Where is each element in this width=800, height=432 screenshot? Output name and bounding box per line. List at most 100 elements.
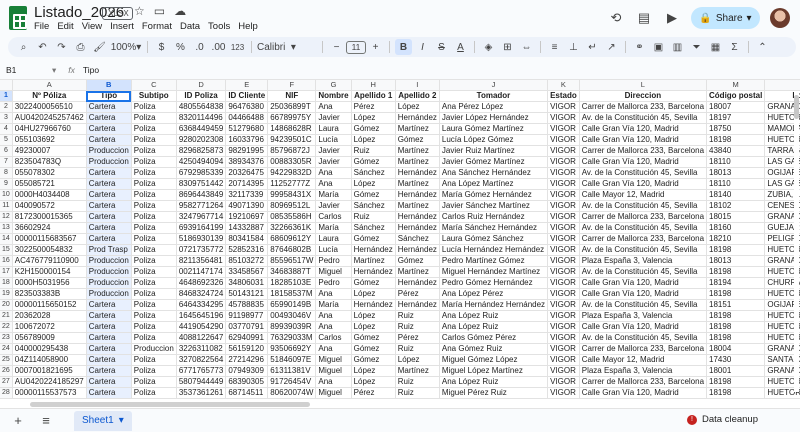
cell[interactable]: Av. de la Constitución 45, Sevilla — [579, 244, 708, 257]
cell[interactable]: Cartera — [86, 321, 132, 334]
cell[interactable]: 51279680 — [225, 123, 269, 136]
cell[interactable]: Sánchez — [351, 200, 396, 213]
cell[interactable]: 20362028 — [12, 310, 87, 323]
cell[interactable]: Laura Gómez Martínez — [439, 123, 549, 136]
column-header-n[interactable]: N — [764, 80, 800, 92]
redo-icon[interactable]: ↷ — [53, 39, 70, 55]
cell[interactable]: Tomador — [439, 90, 549, 103]
filter-views-icon[interactable]: ▦ — [707, 39, 724, 55]
column-header-l[interactable]: L — [579, 80, 708, 92]
cell[interactable]: Pedro — [315, 277, 352, 290]
cell[interactable]: Miguel — [315, 365, 352, 378]
cell[interactable]: 80969512L — [267, 200, 317, 213]
paint-format-icon[interactable]: 🖌 — [91, 39, 108, 55]
cell[interactable]: VIGOR — [547, 376, 580, 389]
cell[interactable]: Estado — [547, 90, 580, 103]
row-header[interactable]: 17 — [0, 266, 13, 279]
cell[interactable]: 3247967714 — [176, 211, 227, 224]
cell[interactable]: Ana — [315, 167, 352, 180]
cell[interactable]: Av. de la Constitución 45, Sevilla — [579, 299, 708, 312]
cell[interactable]: 80341584 — [225, 233, 269, 246]
row-header[interactable]: 18 — [0, 277, 13, 290]
cell[interactable]: Gómez — [395, 134, 440, 147]
column-header-c[interactable]: C — [131, 80, 177, 92]
percent-format-button[interactable]: % — [172, 39, 189, 55]
cell[interactable]: Poliza — [131, 178, 177, 191]
cell[interactable]: 18102 — [706, 200, 766, 213]
cell[interactable]: 18140 — [706, 189, 766, 202]
cell[interactable]: Javier Sánchez Martínez — [439, 200, 549, 213]
cell[interactable]: Cartera — [86, 343, 132, 356]
cell[interactable]: 00000115650152 — [12, 299, 87, 312]
row-header[interactable]: 23 — [0, 332, 13, 345]
cell[interactable]: Miguel — [315, 266, 352, 279]
cell[interactable]: Cartera — [86, 233, 132, 246]
horizontal-align-icon[interactable]: ≡ — [546, 39, 563, 55]
column-header-a[interactable]: A — [12, 80, 87, 92]
cell[interactable]: 52852316 — [225, 244, 269, 257]
cell[interactable]: Pérez — [351, 101, 396, 114]
cell[interactable]: 04HU27966760 — [12, 123, 87, 136]
cell[interactable]: Carrer de Mallorca 233, Barcelona — [579, 343, 708, 356]
cell[interactable]: Hernández — [395, 277, 440, 290]
cell[interactable]: 51846097E — [267, 354, 317, 367]
cell[interactable]: 18001 — [706, 365, 766, 378]
cell[interactable]: 055078302 — [12, 167, 87, 180]
cell[interactable]: Calle Gran Vía 120, Madrid — [579, 288, 708, 301]
row-header[interactable]: 26 — [0, 365, 13, 378]
cell[interactable]: 0007001821695 — [12, 365, 87, 378]
cell[interactable]: Javier Gómez Martínez — [439, 156, 549, 169]
cell[interactable]: Miguel — [315, 387, 352, 400]
cell[interactable]: Martínez — [395, 178, 440, 191]
cell[interactable]: 3022500054832 — [12, 244, 87, 257]
cell[interactable]: Poliza — [131, 365, 177, 378]
cell[interactable]: 04Z114058900 — [12, 354, 87, 367]
cell[interactable]: 32117339 — [225, 189, 269, 202]
cell[interactable]: Cartera — [86, 354, 132, 367]
cell[interactable]: Poliza — [131, 310, 177, 323]
row-header[interactable]: 14 — [0, 233, 13, 246]
cell[interactable]: AU0420224185297 — [12, 376, 87, 389]
cell[interactable]: María Hernández Hernández — [439, 299, 549, 312]
cell[interactable]: Calle Gran Vía 120, Madrid — [579, 387, 708, 400]
cell[interactable]: Prod Trasp — [86, 244, 132, 257]
cell[interactable]: 0021147174 — [176, 266, 227, 279]
column-header-i[interactable]: I — [395, 80, 440, 92]
cell[interactable]: Laura — [315, 123, 352, 136]
cell-table[interactable]: ABCDEFGHIJKLMN 1Nº PólizaTipoSubtipoID P… — [0, 80, 800, 400]
cell[interactable]: Cartera — [86, 310, 132, 323]
cell[interactable]: Martínez — [395, 156, 440, 169]
cell[interactable]: 5807944449 — [176, 376, 227, 389]
cell[interactable]: Javier López Hernández — [439, 112, 549, 125]
merge-cells-icon[interactable]: ⇔ — [518, 39, 535, 55]
cell[interactable]: 65990149B — [267, 299, 317, 312]
cell[interactable]: 18198 — [706, 332, 766, 345]
cell[interactable]: Carrer de Mallorca 233, Barcelona — [579, 211, 708, 224]
cell[interactable]: Gómez — [351, 156, 396, 169]
cell[interactable]: Lucía — [315, 244, 352, 257]
cell[interactable]: 18198 — [706, 376, 766, 389]
cell[interactable]: ID Cliente — [225, 90, 269, 103]
insert-comment-icon[interactable]: ▣ — [650, 39, 667, 55]
cell[interactable]: 20714395 — [225, 178, 269, 191]
cell[interactable]: VIGOR — [547, 178, 580, 191]
row-header[interactable]: 19 — [0, 288, 13, 301]
cell[interactable]: Calle Mayor 12, Madrid — [579, 189, 708, 202]
cell[interactable]: Pérez — [351, 387, 396, 400]
cell[interactable]: Poliza — [131, 167, 177, 180]
cell[interactable]: VIGOR — [547, 343, 580, 356]
menu-format[interactable]: Format — [142, 21, 172, 32]
cell[interactable]: 93506692Y — [267, 343, 317, 356]
cell[interactable]: Produccion — [86, 255, 132, 268]
sheet-tab[interactable]: Sheet1 ▾ — [74, 410, 132, 431]
cell[interactable]: 8211356481 — [176, 255, 227, 268]
cell[interactable]: 0721735772 — [176, 244, 227, 257]
cell[interactable]: 18110 — [706, 178, 766, 191]
cell[interactable]: Poliza — [131, 200, 177, 213]
cell[interactable]: Av. de la Constitución 45, Sevilla — [579, 266, 708, 279]
cell[interactable]: 040000295438 — [12, 343, 87, 356]
cell[interactable]: Hernández — [351, 299, 396, 312]
cell[interactable]: López — [351, 310, 396, 323]
cell[interactable]: Poliza — [131, 222, 177, 235]
cell[interactable]: Hernández — [395, 244, 440, 257]
